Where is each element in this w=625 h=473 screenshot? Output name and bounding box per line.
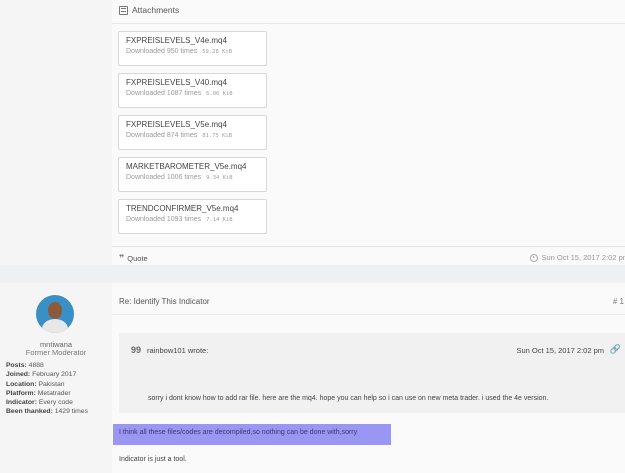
post-signature: Indicator is just a tool.	[119, 456, 187, 463]
attachment-file[interactable]: FXPREISLEVELS_V4e.mq4 Downloaded 950 tim…	[118, 31, 267, 66]
attachment-file-size: 59.28 KiB	[202, 49, 233, 55]
quote-button[interactable]: ❞ Quote	[119, 253, 148, 264]
author-sidebar-top	[0, 0, 112, 265]
avatar[interactable]	[36, 295, 74, 333]
author-profile: Posts: 4888 Joined: February 2017 Locati…	[6, 361, 88, 417]
attachment-download-count: Downloaded 1087 times	[126, 90, 202, 97]
attachment-download-count: Downloaded 1006 times	[126, 174, 202, 181]
attachment-file-meta: Downloaded 1093 times 7.14 KiB	[126, 216, 259, 223]
quote-date: Sun Oct 15, 2017 2:02 pm	[516, 346, 604, 355]
post-number[interactable]: # 1	[613, 297, 624, 306]
attachment-file[interactable]: TRENDCONFIRMER_V5e.mq4 Downloaded 1093 t…	[118, 199, 267, 234]
quote-text: sorry i dont know how to add rar file. h…	[148, 395, 549, 402]
profile-location: Location: Pakistan	[6, 380, 65, 388]
attachment-icon	[119, 5, 128, 15]
author-rank: Former Moderator	[25, 348, 87, 357]
post-subject[interactable]: Re: Identify This Indicator	[119, 297, 210, 306]
profile-thanked: Been thanked: 1429 times	[6, 408, 88, 416]
quote-button-label: Quote	[127, 254, 148, 263]
attachment-file-size: 81.75 KiB	[202, 133, 233, 139]
attachment-file[interactable]: FXPREISLEVELS_V40.mq4 Downloaded 1087 ti…	[118, 73, 267, 108]
post-text[interactable]: I think all these files/codes are decomp…	[119, 429, 357, 436]
attachment-download-count: Downloaded 1093 times	[126, 216, 202, 223]
attachment-file-meta: Downloaded 1087 times 6.06 KiB	[126, 90, 259, 97]
divider	[112, 23, 625, 24]
attachment-file[interactable]: FXPREISLEVELS_V5e.mq4 Downloaded 874 tim…	[118, 115, 267, 150]
link-icon[interactable]: 🔗	[610, 344, 621, 355]
attachment-file-name[interactable]: FXPREISLEVELS_V4e.mq4	[126, 36, 259, 45]
quote-author[interactable]: rainbow101 wrote:	[147, 346, 208, 355]
selected-text-highlight[interactable]: I think all these files/codes are decomp…	[113, 424, 391, 445]
attachment-download-count: Downloaded 874 times	[126, 132, 198, 139]
profile-platform: Platform: Metatrader	[6, 389, 71, 397]
attachment-file-name[interactable]: FXPREISLEVELS_V5e.mq4	[126, 120, 259, 129]
profile-indicator: Indicator: Every code	[6, 399, 73, 407]
divider	[112, 314, 625, 315]
clock-icon	[530, 253, 539, 262]
attachment-file-meta: Downloaded 1006 times 9.34 KiB	[126, 174, 259, 181]
attachment-file-name[interactable]: FXPREISLEVELS_V40.mq4	[126, 78, 259, 87]
attachment-file[interactable]: MARKETBAROMETER_V5e.mq4 Downloaded 1006 …	[118, 157, 267, 192]
attachment-file-size: 6.06 KiB	[206, 91, 233, 97]
profile-posts: Posts: 4888	[6, 362, 44, 369]
blockquote: 99 rainbow101 wrote: Sun Oct 15, 2017 2:…	[119, 333, 625, 413]
post-date: Sun Oct 15, 2017 2:02 pm	[530, 253, 625, 262]
attachment-file-meta: Downloaded 950 times 59.28 KiB	[126, 48, 259, 55]
attachment-file-meta: Downloaded 874 times 81.75 KiB	[126, 132, 259, 139]
post-date-text: Sun Oct 15, 2017 2:02 pm	[541, 253, 625, 262]
post-separator	[0, 265, 625, 283]
attachment-file-size: 7.14 KiB	[206, 217, 233, 223]
attachment-file-name[interactable]: MARKETBAROMETER_V5e.mq4	[126, 162, 259, 171]
quote-icon: ❞	[119, 253, 125, 263]
attachments-title: Attachments	[132, 5, 180, 15]
attachment-download-count: Downloaded 950 times	[126, 48, 198, 55]
attachment-file-name[interactable]: TRENDCONFIRMER_V5e.mq4	[126, 204, 259, 213]
attachments-header: Attachments	[119, 5, 179, 15]
attachment-file-size: 9.34 KiB	[206, 175, 233, 181]
quote-icon: 99	[131, 345, 142, 355]
divider	[112, 246, 625, 247]
profile-joined: Joined: February 2017	[6, 371, 77, 379]
